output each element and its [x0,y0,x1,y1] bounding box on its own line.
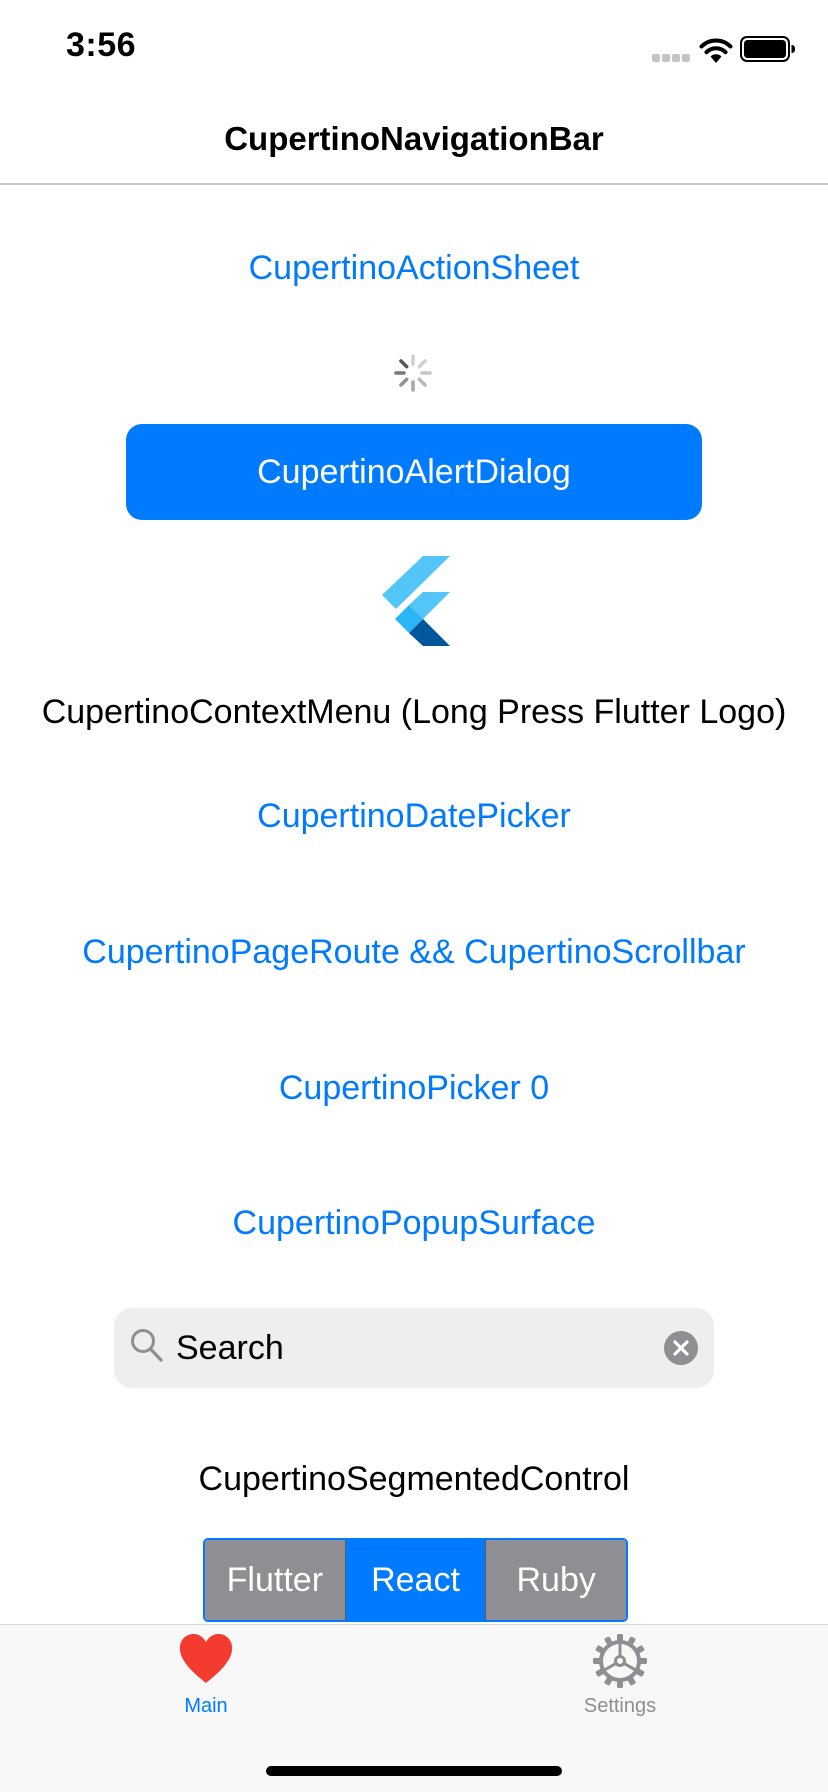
segmented-control-label: CupertinoSegmentedControl [198,1460,630,1498]
popup-surface-button[interactable]: CupertinoPopupSurface [0,1203,828,1243]
segmented-control: Flutter React Ruby [203,1538,628,1622]
tab-settings[interactable]: Settings [520,1625,720,1725]
search-input[interactable] [172,1308,650,1388]
flutter-logo-icon[interactable] [378,556,450,646]
picker-button[interactable]: CupertinoPicker 0 [0,1068,828,1108]
status-time: 3:56 [66,26,137,64]
tab-main-label: Main [184,1695,228,1717]
action-sheet-button[interactable]: CupertinoActionSheet [0,248,828,288]
search-field[interactable] [114,1308,714,1388]
segment-react[interactable]: React [345,1540,487,1620]
context-menu-label: CupertinoContextMenu (Long Press Flutter… [41,693,787,731]
tab-main[interactable]: Main [106,1625,306,1725]
cellular-signal-icon [652,54,690,62]
wifi-icon [699,38,733,63]
page-route-button[interactable]: CupertinoPageRoute && CupertinoScrollbar [0,932,828,972]
nav-bar-divider [0,183,828,185]
search-icon [131,1329,163,1362]
date-picker-button[interactable]: CupertinoDatePicker [0,796,828,836]
battery-icon [740,36,795,62]
segment-ruby[interactable]: Ruby [486,1540,626,1620]
app-screen: 3:56 CupertinoNavigationBar CupertinoAct… [0,0,828,1792]
heart-icon [179,1634,233,1683]
segment-flutter[interactable]: Flutter [205,1540,346,1620]
tab-settings-label: Settings [583,1695,657,1717]
gear-icon [593,1634,647,1688]
clear-search-icon[interactable] [664,1331,698,1365]
nav-bar-title: CupertinoNavigationBar [224,120,604,157]
home-indicator[interactable] [266,1766,562,1776]
activity-indicator-icon [394,354,432,392]
alert-dialog-button[interactable]: CupertinoAlertDialog [126,424,702,520]
